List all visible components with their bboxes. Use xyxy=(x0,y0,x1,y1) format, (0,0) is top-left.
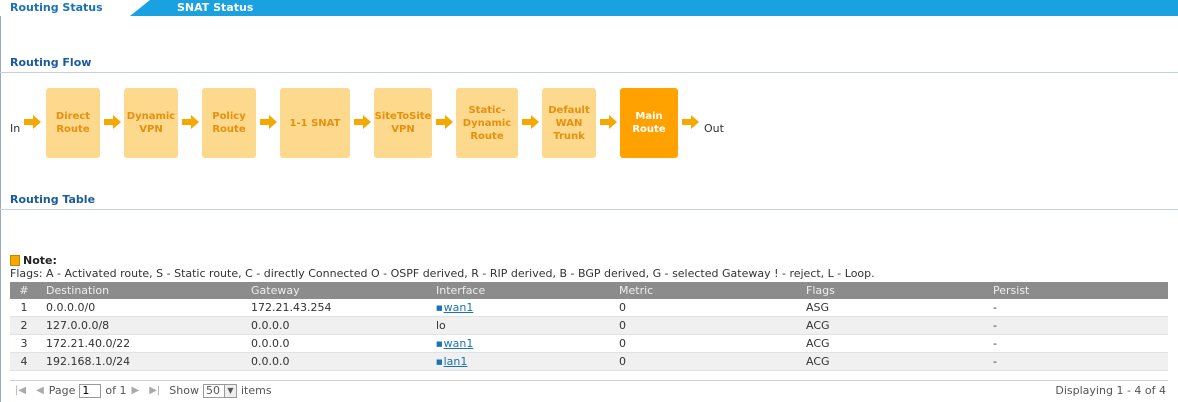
col-header-interface[interactable]: Interface xyxy=(428,284,611,297)
routing-table: # Destination Gateway Interface Metric F… xyxy=(10,282,1168,371)
divider xyxy=(0,72,1178,73)
flow-out-label: Out xyxy=(704,122,724,135)
col-header-num[interactable]: # xyxy=(10,284,38,297)
flags-note: Flags: A - Activated route, S - Static r… xyxy=(10,267,875,280)
row-interface: ■lan1 xyxy=(428,355,611,368)
page-of-label: of 1 xyxy=(105,384,127,397)
note-icon xyxy=(10,255,20,266)
flow-arrow-icon xyxy=(600,115,617,129)
flow-arrow-icon xyxy=(682,115,699,129)
row-interface: ■wan1 xyxy=(428,337,611,350)
flow-arrow-icon xyxy=(522,115,539,129)
row-gateway: 0.0.0.0 xyxy=(251,355,290,368)
row-destination: 172.21.40.0/22 xyxy=(46,337,131,350)
items-label: items xyxy=(240,384,272,397)
row-destination: 127.0.0.0/8 xyxy=(46,319,110,332)
row-metric: 0 xyxy=(619,301,626,314)
page-size-select[interactable]: 50 ▼ xyxy=(202,383,237,398)
table-row[interactable]: 4 192.168.1.0/24 0.0.0.0 ■lan1 0 ACG - xyxy=(10,353,1168,371)
flow-step-1-1-snat[interactable]: 1-1 SNAT xyxy=(280,88,350,158)
first-page-icon[interactable]: |◀ xyxy=(15,385,26,396)
row-persist: - xyxy=(993,337,997,350)
table-header: # Destination Gateway Interface Metric F… xyxy=(10,282,1168,299)
chevron-down-icon: ▼ xyxy=(223,384,236,397)
page-number-input[interactable] xyxy=(79,383,102,398)
col-header-destination[interactable]: Destination xyxy=(38,284,243,297)
row-num: 3 xyxy=(20,337,28,350)
row-destination: 192.168.1.0/24 xyxy=(46,355,131,368)
flow-step-policy-route[interactable]: Policy Route xyxy=(202,88,256,158)
row-num: 2 xyxy=(20,319,28,332)
table-row[interactable]: 1 0.0.0.0/0 172.21.43.254 ■wan1 0 ASG - xyxy=(10,299,1168,317)
table-row[interactable]: 2 127.0.0.0/8 0.0.0.0 lo 0 ACG - xyxy=(10,317,1168,335)
row-flags: ASG xyxy=(806,301,830,314)
flow-arrow-icon xyxy=(436,115,453,129)
page-label: Page xyxy=(48,384,76,397)
flow-arrow-icon xyxy=(104,115,121,129)
note-title: Note: xyxy=(23,254,57,267)
flow-step-dynamic-vpn[interactable]: Dynamic VPN xyxy=(124,88,178,158)
col-header-metric[interactable]: Metric xyxy=(611,284,798,297)
row-persist: - xyxy=(993,355,997,368)
row-flags: ACG xyxy=(806,355,830,368)
prev-page-icon[interactable]: ◀ xyxy=(36,385,44,396)
flow-in-label: In xyxy=(10,122,21,135)
interface-link[interactable]: wan1 xyxy=(444,301,474,314)
col-header-flags[interactable]: Flags xyxy=(798,284,985,297)
row-metric: 0 xyxy=(619,319,626,332)
table-row[interactable]: 3 172.21.40.0/22 0.0.0.0 ■wan1 0 ACG - xyxy=(10,335,1168,353)
last-page-icon[interactable]: ▶| xyxy=(149,385,160,396)
row-persist: - xyxy=(993,319,997,332)
flow-step-static-dynamic-route[interactable]: Static-Dynamic Route xyxy=(456,88,518,158)
tab-snat-status[interactable]: SNAT Status xyxy=(165,0,265,16)
displaying-count: Displaying 1 - 4 of 4 xyxy=(1055,384,1166,397)
flow-arrow-icon xyxy=(24,115,41,129)
routing-flow-diagram: In Direct Route Dynamic VPN Policy Route… xyxy=(10,88,910,158)
row-interface: lo xyxy=(436,319,446,332)
divider xyxy=(0,209,1178,210)
row-num: 1 xyxy=(20,301,28,314)
tab-bar: Routing Status SNAT Status xyxy=(0,0,1178,16)
routing-flow-title: Routing Flow xyxy=(10,56,92,69)
tab-routing-status[interactable]: Routing Status xyxy=(0,0,130,16)
row-destination: 0.0.0.0/0 xyxy=(46,301,96,314)
row-gateway: 0.0.0.0 xyxy=(251,319,290,332)
interface-link[interactable]: wan1 xyxy=(444,337,474,350)
col-header-gateway[interactable]: Gateway xyxy=(243,284,428,297)
interface-link-icon: ■ xyxy=(436,358,443,366)
interface-link-icon: ■ xyxy=(436,340,443,348)
flow-arrow-icon xyxy=(260,115,277,129)
page-size-value: 50 xyxy=(205,384,220,397)
routing-table-title: Routing Table xyxy=(10,193,96,206)
flow-arrow-icon xyxy=(182,115,199,129)
flow-step-default-wan-trunk[interactable]: Default WAN Trunk xyxy=(542,88,596,158)
row-gateway: 172.21.43.254 xyxy=(251,301,332,314)
row-num: 4 xyxy=(20,355,28,368)
row-flags: ACG xyxy=(806,319,830,332)
flow-step-main-route[interactable]: Main Route xyxy=(620,88,678,158)
flow-step-direct-route[interactable]: Direct Route xyxy=(46,88,100,158)
row-flags: ACG xyxy=(806,337,830,350)
row-interface: ■wan1 xyxy=(428,301,611,314)
flow-arrow-icon xyxy=(354,115,371,129)
row-persist: - xyxy=(993,301,997,314)
row-metric: 0 xyxy=(619,337,626,350)
interface-link-icon: ■ xyxy=(436,304,443,312)
next-page-icon[interactable]: ▶ xyxy=(132,385,140,396)
tab-wedge xyxy=(130,0,150,16)
flow-step-sitetosite-vpn[interactable]: SiteToSite VPN xyxy=(374,88,432,158)
row-metric: 0 xyxy=(619,355,626,368)
interface-link[interactable]: lan1 xyxy=(444,355,468,368)
row-gateway: 0.0.0.0 xyxy=(251,337,290,350)
col-header-persist[interactable]: Persist xyxy=(985,284,1168,297)
pagination-bar: |◀ ◀ Page of 1 ▶ ▶| Show 50▼ items Displ… xyxy=(10,380,1168,400)
show-label: Show xyxy=(169,384,199,397)
